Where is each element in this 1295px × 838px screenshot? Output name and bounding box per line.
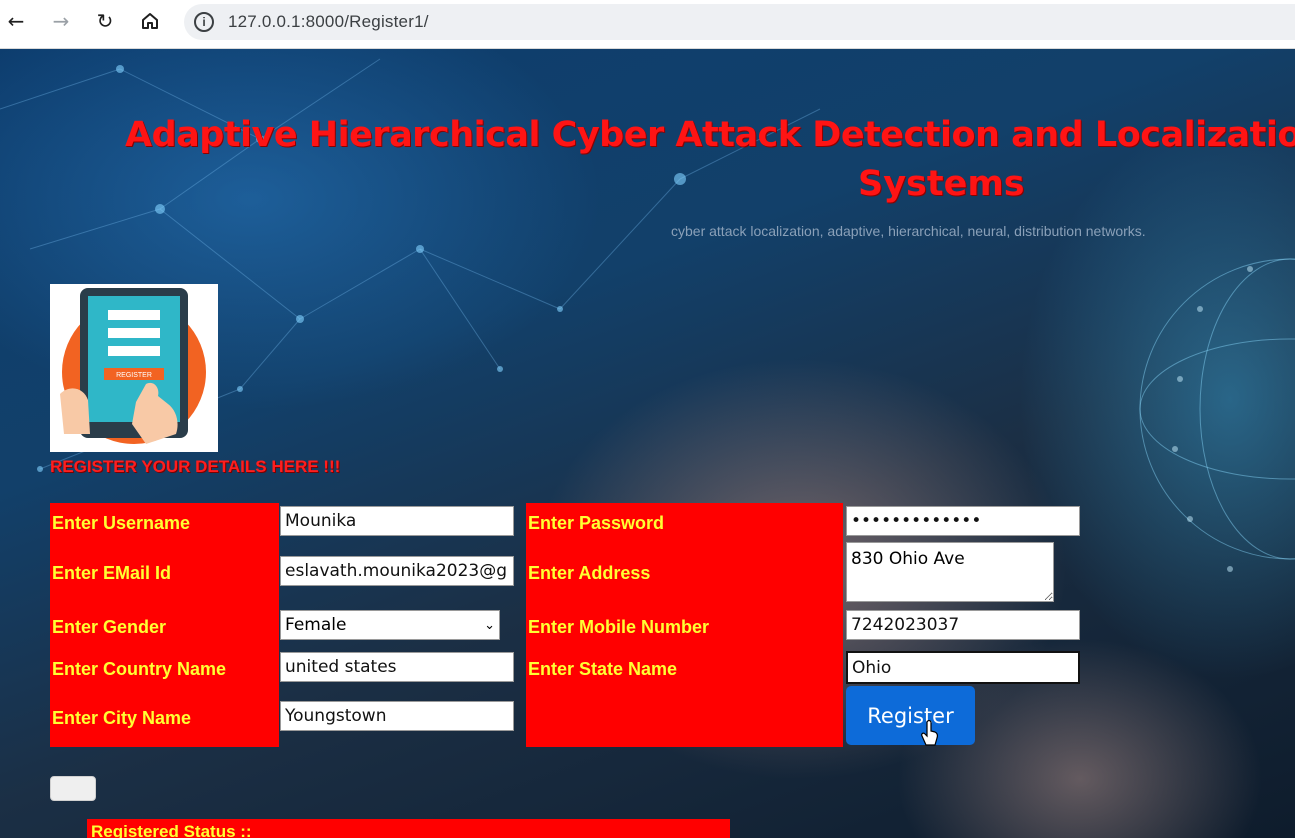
small-blank-button[interactable]	[50, 776, 96, 801]
page-subtitle: cyber attack localization, adaptive, hie…	[671, 223, 1146, 239]
address-textarea[interactable]: 830 Ohio Ave	[846, 542, 1054, 602]
gender-select[interactable]: Female ⌄	[280, 610, 500, 640]
reload-icon[interactable]: ↻	[90, 6, 120, 36]
page-title-line2: Systems	[858, 164, 1025, 204]
mobile-input[interactable]	[846, 610, 1080, 640]
back-icon[interactable]: ←	[1, 6, 31, 36]
register-button[interactable]: Register	[846, 686, 975, 745]
password-input[interactable]	[846, 506, 1080, 536]
state-label: Enter State Name	[528, 659, 678, 679]
country-label: Enter Country Name	[52, 659, 227, 679]
url-text: 127.0.0.1:8000/Register1/	[228, 12, 429, 31]
address-bar[interactable]: i 127.0.0.1:8000/Register1/	[184, 4, 1295, 40]
forward-icon[interactable]: →	[46, 6, 76, 36]
page-background: Adaptive Hierarchical Cyber Attack Detec…	[0, 49, 1295, 838]
mobile-label: Enter Mobile Number	[528, 617, 710, 637]
username-label: Enter Username	[52, 513, 191, 533]
city-input[interactable]	[280, 701, 514, 731]
gender-label: Enter Gender	[52, 617, 167, 637]
svg-text:REGISTER: REGISTER	[116, 372, 152, 379]
home-icon[interactable]	[135, 6, 165, 36]
gender-select-value: Female	[285, 615, 347, 635]
country-input[interactable]	[280, 652, 514, 682]
email-input[interactable]	[280, 556, 514, 586]
chevron-down-icon: ⌄	[484, 617, 495, 633]
status-bar: Registered Status ::	[87, 819, 730, 838]
register-logo: REGISTER	[50, 284, 218, 452]
username-input[interactable]	[280, 506, 514, 536]
state-input[interactable]	[846, 651, 1080, 684]
page-title: Adaptive Hierarchical Cyber Attack Detec…	[125, 115, 1295, 155]
status-label: Registered Status ::	[91, 822, 252, 838]
site-info-icon[interactable]: i	[194, 12, 214, 32]
email-label: Enter EMail Id	[52, 563, 172, 583]
browser-toolbar: ← → ↻ i 127.0.0.1:8000/Register1/	[0, 0, 1295, 49]
city-label: Enter City Name	[52, 708, 192, 728]
password-label: Enter Password	[528, 513, 665, 533]
address-label: Enter Address	[528, 563, 651, 583]
register-heading: REGISTER YOUR DETAILS HERE !!!	[50, 457, 341, 476]
hand-cursor-icon	[921, 720, 938, 746]
